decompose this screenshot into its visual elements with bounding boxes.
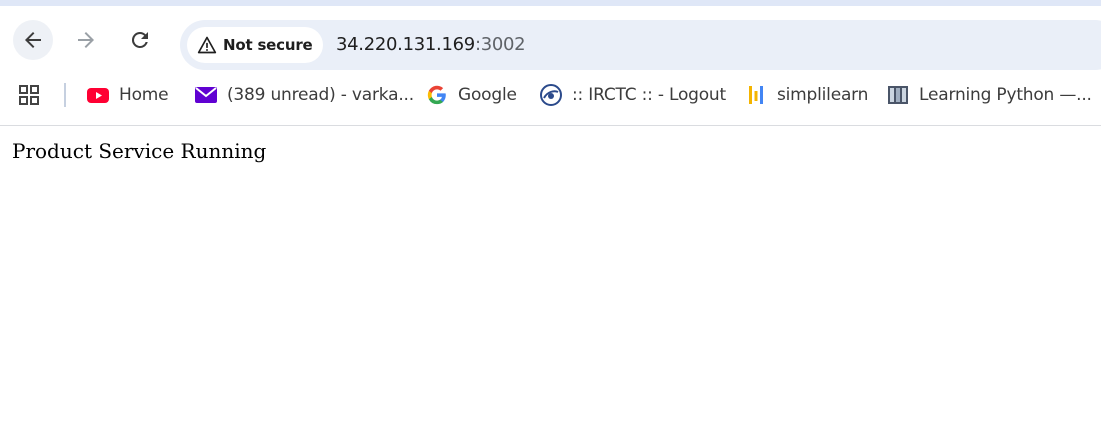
youtube-icon xyxy=(86,83,110,107)
arrow-right-icon xyxy=(78,32,94,48)
reload-button[interactable] xyxy=(120,20,160,60)
bookmark-simplilearn[interactable]: simplilearn xyxy=(744,81,868,109)
bookmark-label: (389 unread) - varka... xyxy=(227,85,414,105)
bookmark-irctc[interactable]: :: IRCTC :: - Logout xyxy=(539,81,726,109)
yahoo-mail-icon xyxy=(194,83,218,107)
bookmark-label: :: IRCTC :: - Logout xyxy=(572,85,726,105)
security-chip-label: Not secure xyxy=(223,36,313,54)
google-icon xyxy=(425,83,449,107)
bookmark-google[interactable]: Google xyxy=(425,81,517,109)
back-button[interactable] xyxy=(13,20,53,60)
browser-toolbar: Not secure 34.220.131.169:3002 xyxy=(0,6,1101,70)
forward-button[interactable] xyxy=(66,20,106,60)
bookmark-label: Home xyxy=(119,85,169,105)
toolbar-divider xyxy=(0,125,1101,126)
bookmark-home[interactable]: Home xyxy=(86,81,169,109)
simplilearn-icon xyxy=(744,83,768,107)
apps-grid-icon[interactable] xyxy=(17,83,41,107)
reload-icon xyxy=(131,31,148,48)
arrow-left-icon xyxy=(25,32,41,48)
warning-triangle-icon xyxy=(197,36,217,54)
site-security-chip[interactable]: Not secure xyxy=(187,27,323,63)
page-body-text: Product Service Running xyxy=(12,139,267,163)
bookmark-mail[interactable]: (389 unread) - varka... xyxy=(194,81,414,109)
url-host: 34.220.131.169 xyxy=(336,34,475,55)
bookmark-label: Learning Python —... xyxy=(919,85,1092,105)
bookmark-learning-python[interactable]: Learning Python —... xyxy=(886,81,1092,109)
bookmark-label: simplilearn xyxy=(777,85,869,105)
bookmarks-separator xyxy=(64,83,66,107)
bookmarks-bar: Home (389 unread) - varka... Google :: I… xyxy=(0,72,1101,118)
url-port: :3002 xyxy=(474,34,526,55)
url-text[interactable]: 34.220.131.169:3002 xyxy=(336,34,526,55)
irctc-icon xyxy=(539,83,563,107)
bookmark-label: Google xyxy=(458,85,517,105)
address-bar[interactable]: Not secure 34.220.131.169:3002 xyxy=(180,20,1101,70)
book-icon xyxy=(886,83,910,107)
